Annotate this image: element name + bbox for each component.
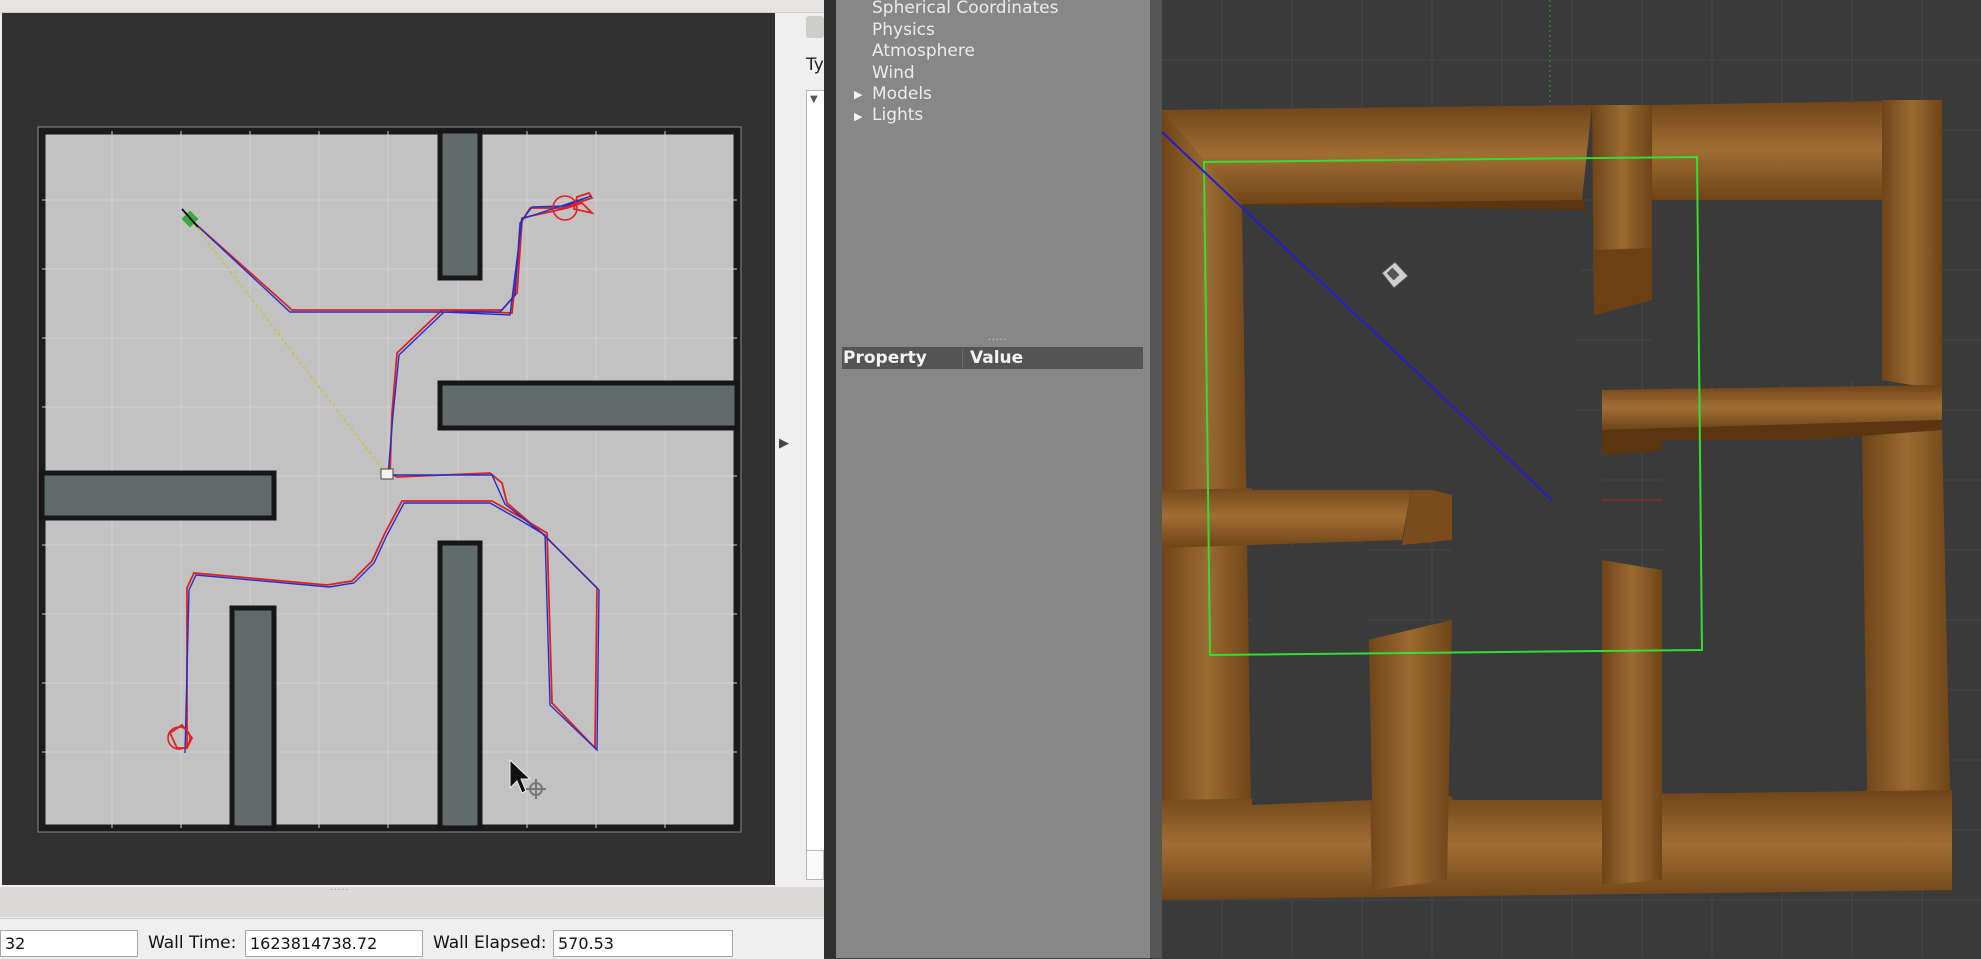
column-separator — [962, 349, 963, 368]
tree-item-physics[interactable]: Physics — [872, 20, 935, 40]
ros-elapsed-field: 32 — [0, 930, 138, 957]
wall-elapsed-field: 570.53 — [553, 930, 733, 957]
wall-time-label: Wall Time: — [148, 933, 237, 953]
wall-time-field: 1623814738.72 — [245, 930, 423, 957]
occupancy-map[interactable] — [2, 13, 775, 885]
tree-item-atmosphere[interactable]: Atmosphere — [872, 41, 975, 61]
tree-item-models[interactable]: Models — [872, 84, 932, 104]
tree-expand-icon[interactable]: ▶ — [854, 88, 862, 101]
tree-item-wind[interactable]: Wind — [872, 63, 915, 83]
type-dropdown[interactable] — [806, 90, 826, 860]
panel-bottom-box[interactable] — [806, 850, 824, 880]
gazebo-world-panel — [836, 0, 1150, 958]
property-column-header[interactable]: Property — [843, 348, 927, 368]
splitter-handle[interactable]: ..... — [330, 883, 349, 893]
tree-expand-icon[interactable]: ▶ — [854, 110, 862, 123]
tree-item-lights[interactable]: Lights — [872, 105, 923, 125]
maze-walls — [1162, 100, 1952, 900]
chevron-down-icon[interactable]: ▼ — [810, 94, 818, 105]
camera-icon[interactable] — [806, 16, 824, 38]
type-label: Ty — [806, 55, 824, 75]
rviz-bottom-bar — [0, 887, 824, 917]
wall-elapsed-label: Wall Elapsed: — [433, 933, 547, 953]
gazebo-3d-scene[interactable] — [1162, 0, 1981, 958]
gazebo-splitter[interactable] — [1150, 0, 1162, 958]
expand-right-arrow-icon[interactable]: ▶ — [779, 436, 789, 451]
pose-marker-icon — [380, 468, 394, 480]
value-column-header[interactable]: Value — [970, 348, 1023, 368]
rviz-title-strip — [0, 0, 824, 13]
window-divider — [824, 0, 836, 958]
tree-item-spherical-coordinates[interactable]: Spherical Coordinates — [872, 0, 1058, 18]
splitter-handle[interactable]: ..... — [988, 333, 1007, 343]
